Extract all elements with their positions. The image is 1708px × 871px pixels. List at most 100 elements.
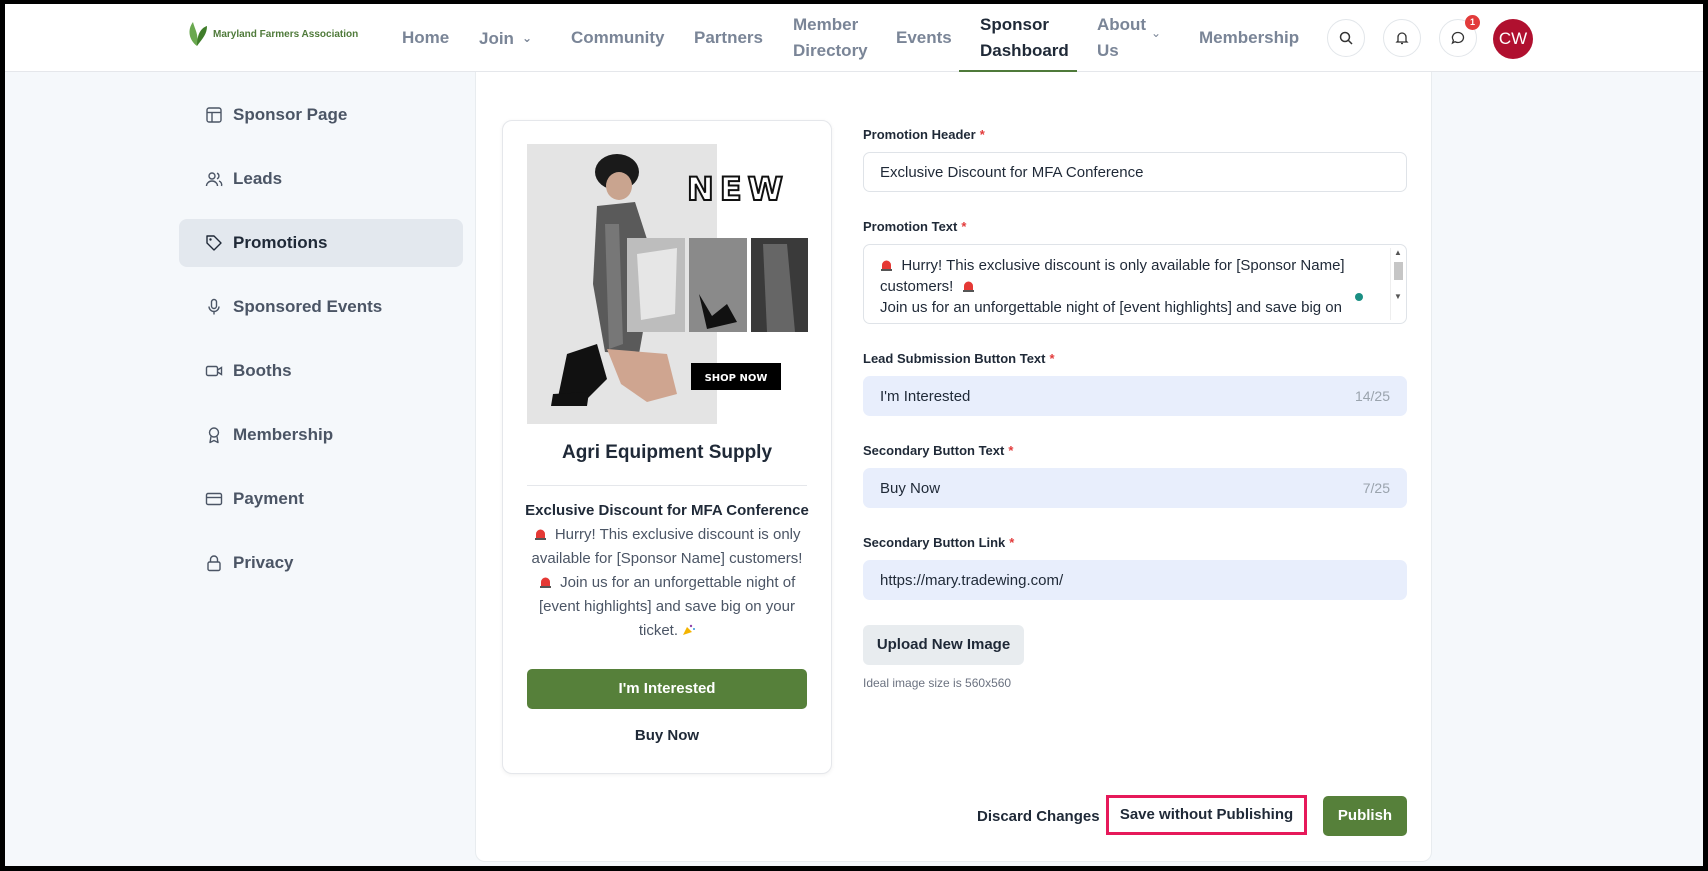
save-without-publishing-button[interactable]: Save without Publishing [1106, 795, 1307, 835]
sidebar-item-label: Sponsor Page [233, 105, 348, 124]
nav-home[interactable]: Home [402, 25, 449, 51]
sidebar-item-label: Leads [233, 169, 283, 188]
user-avatar[interactable]: CW [1493, 19, 1533, 59]
sidebar-item-label: Sponsored Events [233, 297, 383, 316]
sidebar-item-label: Membership [233, 425, 334, 444]
nav-community[interactable]: Community [571, 25, 665, 51]
promotion-preview-text: Exclusive Discount for MFA Conference Hu… [517, 499, 817, 643]
sidebar-item-booths[interactable]: Booths [179, 347, 463, 395]
preview-buy-now-link[interactable]: Buy Now [502, 727, 832, 744]
sidebar-item-payment[interactable]: Payment [179, 475, 463, 523]
video-icon [205, 365, 223, 377]
promotion-header-label: Promotion Header * [863, 127, 985, 142]
sidebar-item-sponsor-page[interactable]: Sponsor Page [179, 91, 463, 139]
sidebar-item-label: Privacy [233, 553, 294, 572]
sidebar-item-label: Booths [233, 361, 292, 380]
award-icon [208, 427, 220, 444]
brand-logo[interactable]: Maryland Farmers Association [185, 20, 358, 48]
nav-about-us[interactable]: About Us [1097, 12, 1146, 64]
siren-emoji-icon [962, 281, 974, 292]
textarea-line: customers! [880, 276, 1346, 297]
lead-button-label: Lead Submission Button Text * [863, 351, 1055, 366]
preview-body-line: Hurry! This exclusive discount is only [517, 523, 817, 547]
required-mark: * [1049, 351, 1055, 366]
textarea-scrollbar[interactable]: ▲ ▼ [1390, 248, 1404, 320]
notifications-button[interactable] [1383, 19, 1421, 57]
textarea-line-2: customers! [880, 278, 954, 295]
scrollbar-thumb[interactable] [1394, 262, 1403, 280]
input-value: Exclusive Discount for MFA Conference [880, 163, 1144, 181]
input-value: I'm Interested [880, 387, 971, 405]
nav-join-label: Join [479, 29, 514, 48]
top-navigation: Maryland Farmers Association Home Join ⌄ … [5, 4, 1703, 73]
input-value: https://mary.tradewing.com/ [880, 571, 1064, 589]
nav-sponsor-dashboard-line2: Dashboard [980, 41, 1069, 60]
nav-events[interactable]: Events [896, 25, 952, 51]
nav-membership[interactable]: Membership [1199, 25, 1299, 51]
siren-emoji-icon [534, 529, 546, 540]
nav-member-directory-line1: Member [793, 15, 859, 34]
layout-icon [206, 107, 222, 123]
label-text: Promotion Text [863, 219, 958, 234]
promotion-text-textarea[interactable]: Hurry! This exclusive discount is only a… [863, 244, 1407, 324]
new-text: NEW [687, 170, 789, 208]
preview-body-line-4: [event highlights] and save big on your [538, 598, 795, 615]
nav-about-line1: About [1097, 15, 1147, 34]
secondary-button-input[interactable]: Buy Now 7/25 [863, 468, 1407, 508]
preview-interested-button[interactable]: I'm Interested [527, 669, 807, 709]
message-count-badge: 1 [1465, 15, 1480, 30]
card-divider [527, 485, 807, 486]
promotion-header-input[interactable]: Exclusive Discount for MFA Conference [863, 152, 1407, 192]
character-counter: 14/25 [1354, 388, 1390, 404]
upload-new-image-button[interactable]: Upload New Image [863, 625, 1024, 665]
lead-button-input[interactable]: I'm Interested 14/25 [863, 376, 1407, 416]
upload-hint: Ideal image size is 560x560 [863, 676, 1012, 690]
search-icon [1339, 31, 1353, 45]
chevron-down-icon: ⌄ [1151, 26, 1162, 40]
siren-emoji-icon [539, 577, 551, 588]
sidebar-item-sponsored-events[interactable]: Sponsored Events [179, 283, 463, 331]
preview-header: Exclusive Discount for MFA Conference [525, 502, 809, 519]
scroll-down-icon[interactable]: ▼ [1394, 292, 1402, 301]
app-window: Maryland Farmers Association Home Join ⌄ … [5, 4, 1703, 866]
nav-about-line2: Us [1097, 41, 1119, 60]
preview-body-line-5: ticket. [638, 622, 678, 639]
textarea-line-3: Join us for an unforgettable night of [e… [880, 299, 1342, 316]
textarea-line-1: Hurry! This exclusive discount is only a… [901, 257, 1345, 274]
label-text: Secondary Button Link [863, 535, 1006, 550]
chevron-down-icon: ⌄ [521, 31, 533, 45]
microphone-icon [208, 298, 220, 315]
fashion-photo-illustration: NEW SHOP NOW [527, 144, 808, 424]
chat-bubble-icon [1451, 31, 1465, 45]
input-value: Buy Now [880, 479, 941, 497]
secondary-link-label: Secondary Button Link * [863, 535, 1014, 550]
promotion-image: NEW SHOP NOW [527, 144, 808, 424]
party-popper-emoji-icon [683, 624, 696, 635]
secondary-link-input[interactable]: https://mary.tradewing.com/ [863, 560, 1407, 600]
sidebar-item-leads[interactable]: Leads [179, 155, 463, 203]
promotion-text-label: Promotion Text * [863, 219, 966, 234]
publish-button[interactable]: Publish [1323, 796, 1407, 836]
required-mark: * [1009, 535, 1015, 550]
sidebar-item-privacy[interactable]: Privacy [179, 539, 463, 587]
preview-body-line-1: Hurry! This exclusive discount is only [554, 526, 801, 543]
discard-changes-button[interactable]: Discard Changes [977, 808, 1100, 825]
nav-partners[interactable]: Partners [694, 25, 763, 51]
users-icon [205, 172, 223, 187]
siren-emoji-icon [881, 260, 892, 271]
required-mark: * [1008, 443, 1014, 458]
leaf-logo-icon [189, 22, 207, 46]
nav-join[interactable]: Join ⌄ [479, 25, 532, 52]
lock-icon [207, 555, 221, 572]
nav-sponsor-dashboard[interactable]: Sponsor Dashboard [980, 12, 1069, 64]
nav-member-directory[interactable]: Member Directory [793, 12, 868, 64]
label-text: Promotion Header [863, 127, 976, 142]
label-text: Lead Submission Button Text [863, 351, 1046, 366]
preview-body-line: ticket. [517, 619, 817, 643]
scroll-up-icon[interactable]: ▲ [1394, 248, 1402, 257]
search-button[interactable] [1327, 19, 1365, 57]
sidebar-item-membership[interactable]: Membership [179, 411, 463, 459]
nav-member-directory-line2: Directory [793, 41, 868, 60]
brand-name: Maryland Farmers Association [213, 28, 359, 40]
sidebar-item-promotions[interactable]: Promotions [179, 219, 463, 267]
